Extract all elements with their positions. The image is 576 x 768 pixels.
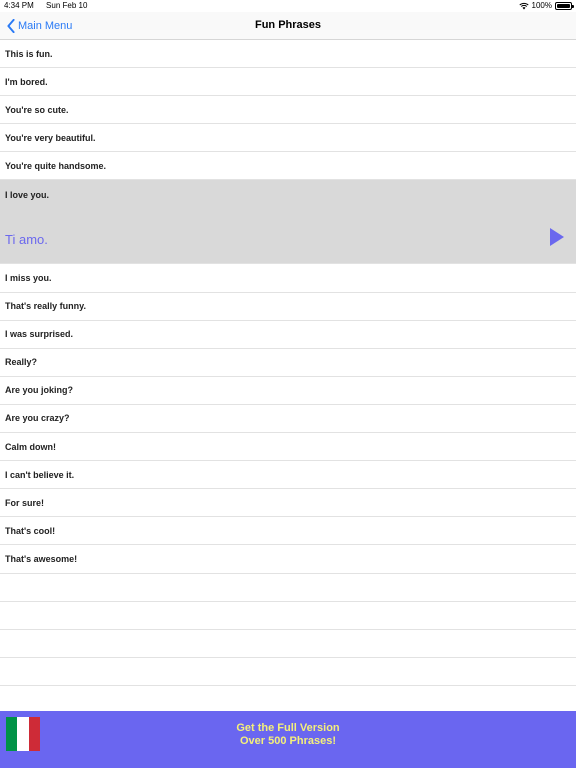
battery-icon	[555, 2, 574, 10]
phrase-list: This is fun. I'm bored. You're so cute. …	[0, 40, 576, 686]
banner-text: Get the Full Version Over 500 Phrases!	[0, 722, 576, 748]
list-item[interactable]: Are you crazy?	[0, 405, 576, 434]
list-item[interactable]: Are you joking?	[0, 377, 576, 405]
play-icon[interactable]	[550, 228, 564, 247]
list-item[interactable]: I'm bored.	[0, 68, 576, 97]
banner-line-1: Get the Full Version	[236, 722, 340, 734]
status-date: Sun Feb 10	[46, 1, 88, 10]
page-title: Fun Phrases	[254, 19, 322, 31]
empty-row	[0, 658, 576, 686]
selected-phrase: I love you.	[5, 190, 50, 201]
list-item[interactable]: I was surprised.	[0, 321, 576, 349]
empty-row	[0, 602, 576, 630]
banner-line-2: Over 500 Phrases!	[239, 735, 336, 747]
list-item[interactable]: Really?	[0, 349, 576, 377]
list-item[interactable]: That's cool!	[0, 517, 576, 546]
list-item[interactable]: You're very beautiful.	[0, 124, 576, 153]
list-item[interactable]: This is fun.	[0, 40, 576, 69]
status-time: 4:34 PM	[4, 1, 34, 10]
status-bar: 4:34 PM Sun Feb 10 100%	[0, 0, 576, 12]
status-left: 4:34 PM Sun Feb 10	[4, 0, 87, 12]
upgrade-banner[interactable]: Get the Full Version Over 500 Phrases!	[0, 711, 576, 768]
list-item[interactable]: I miss you.	[0, 264, 576, 293]
translation-text: Ti amo.	[5, 232, 48, 248]
battery-percent: 100%	[531, 1, 552, 10]
list-item[interactable]: Calm down!	[0, 433, 576, 462]
status-right: 100%	[518, 0, 574, 12]
selected-list-item[interactable]: I love you. Ti amo.	[0, 180, 576, 265]
list-item[interactable]: That's really funny.	[0, 293, 576, 321]
list-item[interactable]: You're quite handsome.	[0, 152, 576, 181]
empty-row	[0, 630, 576, 658]
list-item[interactable]: For sure!	[0, 489, 576, 518]
wifi-icon	[518, 2, 529, 10]
list-item[interactable]: That's awesome!	[0, 545, 576, 574]
list-item[interactable]: I can't believe it.	[0, 461, 576, 490]
list-item[interactable]: You're so cute.	[0, 96, 576, 125]
navigation-bar: Main Menu Fun Phrases	[0, 12, 576, 40]
empty-row	[0, 574, 576, 602]
battery-fill	[557, 4, 570, 8]
